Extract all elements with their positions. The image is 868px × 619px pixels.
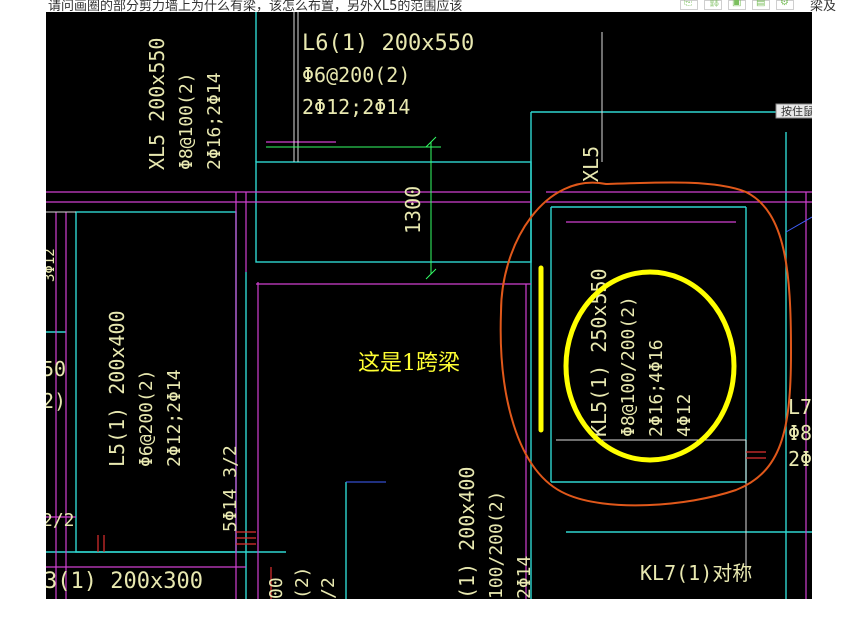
beam-l6-bars: 2Φ12;2Φ14 [302,95,410,119]
link-icon[interactable]: ⛓ [704,0,722,10]
beam-l5-name: L5(1) 200x400 [105,310,129,467]
beam-bottom-mid-stirrup: 100/200(2) [486,491,507,599]
cad-drawing: L6(1) 200x550 Φ6@200(2) 2Φ12;2Φ14 XL5 20… [46,12,812,599]
left-fragment-3: 2/2 [46,510,75,531]
left-small-text: 3Φ12 [46,248,58,282]
beam-kl5-stirrup: Φ8@100/200(2) [618,296,639,437]
beam-xl5-top-name: XL5 200x550 [145,38,169,170]
right-fragment-3: 2Φ [788,447,812,471]
beam-kl5-bars: 2Φ16;4Φ16 [646,339,667,437]
blue-lines [346,216,812,483]
bottom-small-1: 00 [266,577,287,599]
dimension-1300: 1300 [401,186,425,234]
cad-screenshot: L6(1) 200x550 Φ6@200(2) 2Φ12;2Φ14 XL5 20… [46,12,812,599]
beam-l5-stirrup: Φ6@200(2) [136,369,157,467]
settings-icon[interactable]: ⚙ [776,0,794,10]
right-fragment-2: Φ8 [788,421,812,445]
beam-xl5-top-stirrup: Φ8@100(2) [176,72,197,170]
beam-l6-name: L6(1) 200x550 [302,31,474,56]
right-fragment-1: L7 [788,395,812,419]
question-tail-text: 梁及 [810,0,837,12]
copy-icon[interactable]: ⎘ [680,0,698,10]
left-fragment-2: 2) [46,389,66,413]
attach-icon[interactable]: ▤ [752,0,770,10]
beam-bottom-mid-name: (1) 200x400 [455,467,479,599]
page-margin-left [0,12,46,619]
left-fragment-1: 50 [46,357,66,381]
beam-bottom-left-name: 3(1) 200x300 [46,569,203,594]
bottom-small-3: /2 [318,577,339,599]
page-margin-bottom [0,599,868,619]
xl5-tag: XL5 [579,146,603,182]
beam-l5-extra: 5Φ14 3/2 [220,445,241,532]
page-margin-right [812,12,868,619]
drag-tooltip-text: 按住鼠标拖 [781,104,812,118]
question-text: 请问画圈的部分剪力墙上为什么有梁，该怎么布置，另外XL5的范围应该 [48,0,463,12]
beam-bottom-mid-bars: 2Φ14 [514,556,535,599]
beam-l5-bars: 2Φ12;2Φ14 [164,369,185,467]
beam-xl5-top-bars: 2Φ16;2Φ14 [204,72,225,170]
beam-l6-stirrup: Φ6@200(2) [302,63,410,87]
bottom-small-2: (2) [292,566,313,599]
image-icon[interactable]: ▣ [728,0,746,10]
beam-kl7-name: KL7(1)对称 [640,561,752,585]
beam-kl5-extra: 4Φ12 [674,394,695,437]
annotation-note: 这是1跨梁 [358,351,460,376]
question-header: 请问画圈的部分剪力墙上为什么有梁，该怎么布置，另外XL5的范围应该 ⎘ ⛓ ▣ … [0,0,868,12]
